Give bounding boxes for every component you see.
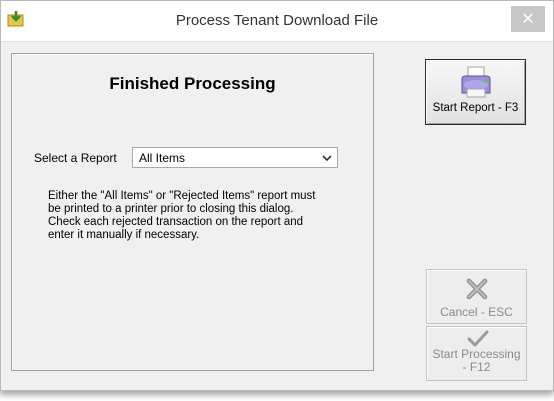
start-processing-button[interactable]: Start Processing - F12 — [426, 326, 527, 381]
cancel-button[interactable]: Cancel - ESC — [426, 269, 527, 324]
dialog-window: Process Tenant Download File ✕ Finished … — [0, 0, 554, 391]
page-title: Finished Processing — [109, 74, 276, 93]
window-title: Process Tenant Download File — [175, 12, 379, 29]
close-button[interactable]: ✕ — [511, 6, 545, 32]
chevron-down-icon — [322, 155, 332, 162]
title-bar[interactable]: Process Tenant Download File ✕ — [1, 1, 553, 42]
start-report-label: Start Report - F3 — [432, 102, 519, 114]
report-select[interactable]: All Items — [132, 147, 338, 168]
x-icon — [466, 278, 488, 300]
start-processing-label: Start Processing - F12 — [427, 348, 526, 374]
start-processing-label-line2: - F12 — [462, 360, 491, 374]
report-select-value: All Items — [139, 151, 186, 165]
info-text: Either the "All Items" or "Rejected Item… — [48, 190, 316, 241]
printer-icon — [461, 66, 491, 98]
cancel-label: Cancel - ESC — [440, 305, 513, 319]
content-panel: Finished Processing Select a Report All … — [11, 53, 374, 371]
start-report-button[interactable]: Start Report - F3 — [425, 59, 526, 125]
checkmark-icon — [467, 330, 489, 347]
select-report-label: Select a Report — [34, 151, 117, 165]
